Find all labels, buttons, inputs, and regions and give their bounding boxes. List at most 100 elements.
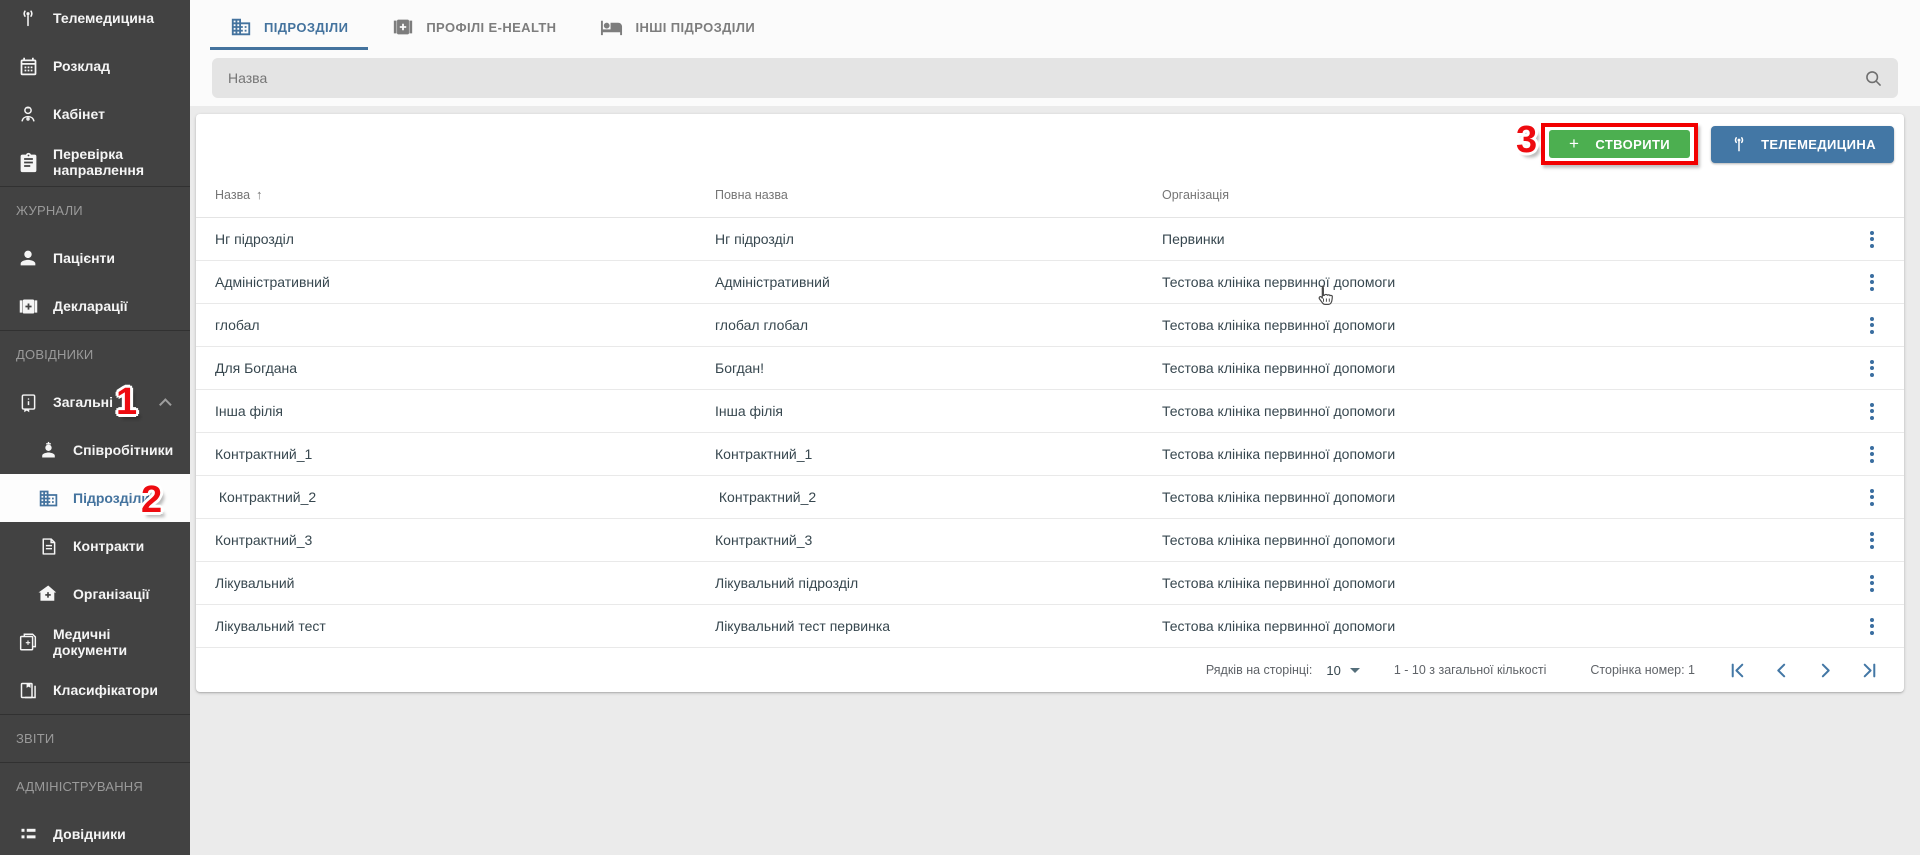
sidebar-item-label: Декларації	[53, 298, 128, 314]
search-placeholder: Назва	[228, 70, 267, 86]
cell-full-name: Контрактний_2	[715, 489, 1162, 505]
cell-name: Нг підрозділ	[215, 231, 715, 247]
sidebar-item-reference-books[interactable]: Довідники	[0, 810, 190, 855]
tab-ehealth-profiles[interactable]: ПРОФІЛІ E-HEALTH	[370, 6, 578, 48]
cell-organization: Тестова клініка первинної допомоги	[1162, 532, 1850, 548]
sidebar-item-label: Перевірка направлення	[53, 146, 182, 178]
medical-documents-icon	[16, 631, 40, 653]
cell-organization: Тестова клініка первинної допомоги	[1162, 274, 1850, 290]
table-body: Нг підрозділ Нг підрозділ Первинки Адмін…	[196, 218, 1904, 648]
cell-full-name: Адміністративний	[715, 274, 1162, 290]
cell-organization: Тестова клініка первинної допомоги	[1162, 360, 1850, 376]
table-row[interactable]: Нг підрозділ Нг підрозділ Первинки	[196, 218, 1904, 261]
tab-label: ІНШІ ПІДРОЗДІЛИ	[635, 20, 755, 35]
column-label: Організація	[1162, 188, 1229, 202]
last-page-button[interactable]	[1861, 662, 1878, 679]
sidebar: Телемедицина Розклад Кабінет	[0, 0, 190, 855]
sidebar-item-employees[interactable]: Співробітники	[0, 426, 190, 474]
declaration-icon	[16, 296, 40, 317]
row-menu-button[interactable]	[1862, 399, 1882, 424]
table-row[interactable]: Контрактний_2 Контрактний_2 Тестова клін…	[196, 476, 1904, 519]
rows-per-page-value[interactable]: 10	[1326, 663, 1340, 678]
row-menu-button[interactable]	[1862, 442, 1882, 467]
sidebar-item-label: Контракти	[73, 538, 144, 554]
main-area: ПІДРОЗДІЛИ ПРОФІЛІ E-HEALTH ІНШІ ПІ	[190, 0, 1920, 855]
pagination-page-number: Сторінка номер: 1	[1590, 663, 1695, 677]
dropdown-caret-icon[interactable]	[1350, 668, 1360, 673]
tab-label: ПРОФІЛІ E-HEALTH	[426, 20, 556, 35]
cell-organization: Тестова клініка первинної допомоги	[1162, 489, 1850, 505]
sidebar-item-label: Довідники	[53, 826, 126, 842]
previous-page-button[interactable]	[1773, 662, 1790, 679]
sidebar-item-label: Організації	[73, 586, 149, 602]
table-row[interactable]: Лікувальний Лікувальний підрозділ Тестов…	[196, 562, 1904, 605]
books-icon	[16, 680, 40, 701]
cell-name: глобал	[215, 317, 715, 333]
search-input[interactable]: Назва	[212, 58, 1898, 98]
sidebar-item-patients[interactable]: Пацієнти	[0, 234, 190, 282]
sidebar-item-classifiers[interactable]: Класифікатори	[0, 666, 190, 714]
tab-label: ПІДРОЗДІЛИ	[264, 20, 348, 35]
table-row[interactable]: Для Богдана Богдан! Тестова клініка перв…	[196, 347, 1904, 390]
units-card: + СТВОРИТИ ТЕЛЕМЕДИЦИНА Назв	[196, 114, 1904, 692]
row-menu-button[interactable]	[1862, 227, 1882, 252]
column-header-full-name[interactable]: Повна назва	[715, 188, 1162, 202]
row-menu-button[interactable]	[1862, 356, 1882, 381]
cell-full-name: Контрактний_3	[715, 532, 1162, 548]
row-menu-button[interactable]	[1862, 270, 1882, 295]
cell-organization: Тестова клініка первинної допомоги	[1162, 618, 1850, 634]
cell-organization: Первинки	[1162, 231, 1850, 247]
employee-icon	[36, 440, 60, 461]
sidebar-item-organizations[interactable]: Організації	[0, 570, 190, 618]
pagination-range: 1 - 10 з загальної кількості	[1394, 663, 1547, 677]
table-row[interactable]: Інша філія Інша філія Тестова клініка пе…	[196, 390, 1904, 433]
create-button[interactable]: + СТВОРИТИ	[1549, 130, 1690, 158]
sidebar-item-telemedicine[interactable]: Телемедицина	[0, 0, 190, 42]
cell-full-name: Богдан!	[715, 360, 1162, 376]
sort-ascending-icon: ↑	[256, 187, 263, 202]
sidebar-item-label: Розклад	[53, 58, 110, 74]
tab-other-units[interactable]: ІНШІ ПІДРОЗДІЛИ	[578, 6, 777, 48]
cell-full-name: Нг підрозділ	[715, 231, 1162, 247]
row-menu-button[interactable]	[1862, 571, 1882, 596]
sidebar-item-label: Медичні документи	[53, 626, 182, 658]
topbar: ПІДРОЗДІЛИ ПРОФІЛІ E-HEALTH ІНШІ ПІ	[190, 0, 1920, 108]
first-page-button[interactable]	[1729, 662, 1746, 679]
table-row[interactable]: Лікувальний тест Лікувальний тест первин…	[196, 605, 1904, 648]
next-page-button[interactable]	[1817, 662, 1834, 679]
sidebar-item-cabinet[interactable]: Кабінет	[0, 90, 190, 138]
chevron-up-icon[interactable]	[159, 398, 172, 411]
search-icon[interactable]	[1863, 68, 1884, 89]
row-menu-button[interactable]	[1862, 485, 1882, 510]
cell-name: Адміністративний	[215, 274, 715, 290]
column-header-organization[interactable]: Організація	[1162, 188, 1850, 202]
table-row[interactable]: Контрактний_3 Контрактний_3 Тестова клін…	[196, 519, 1904, 562]
cell-name: Контрактний_3	[215, 532, 715, 548]
table-row[interactable]: Контрактний_1 Контрактний_1 Тестова клін…	[196, 433, 1904, 476]
telemedicine-button[interactable]: ТЕЛЕМЕДИЦИНА	[1711, 126, 1894, 163]
table-row[interactable]: глобал глобал глобал Тестова клініка пер…	[196, 304, 1904, 347]
row-menu-button[interactable]	[1862, 313, 1882, 338]
sidebar-item-referral-check[interactable]: Перевірка направлення	[0, 138, 190, 186]
cell-name: Контрактний_2	[215, 489, 715, 505]
column-label: Назва	[215, 188, 250, 202]
sidebar-item-medical-documents[interactable]: Медичні документи	[0, 618, 190, 666]
pagination-nav	[1729, 662, 1878, 679]
sidebar-item-declarations[interactable]: Декларації	[0, 282, 190, 330]
cell-full-name: Інша філія	[715, 403, 1162, 419]
book-info-icon	[16, 392, 40, 413]
antenna-icon	[1729, 134, 1749, 154]
tab-units[interactable]: ПІДРОЗДІЛИ	[208, 6, 370, 48]
sidebar-item-contracts[interactable]: Контракти	[0, 522, 190, 570]
sidebar-item-units[interactable]: Підрозділи	[0, 474, 190, 522]
column-header-name[interactable]: Назва ↑	[215, 187, 715, 202]
sidebar-item-general[interactable]: Загальні	[0, 378, 190, 426]
cell-name: Для Богдана	[215, 360, 715, 376]
row-menu-button[interactable]	[1862, 528, 1882, 553]
row-menu-button[interactable]	[1862, 614, 1882, 639]
sidebar-item-schedule[interactable]: Розклад	[0, 42, 190, 90]
cell-name: Лікувальний	[215, 575, 715, 591]
table-row[interactable]: Адміністративний Адміністративний Тестов…	[196, 261, 1904, 304]
cell-organization: Тестова клініка первинної допомоги	[1162, 317, 1850, 333]
cell-name: Інша філія	[215, 403, 715, 419]
